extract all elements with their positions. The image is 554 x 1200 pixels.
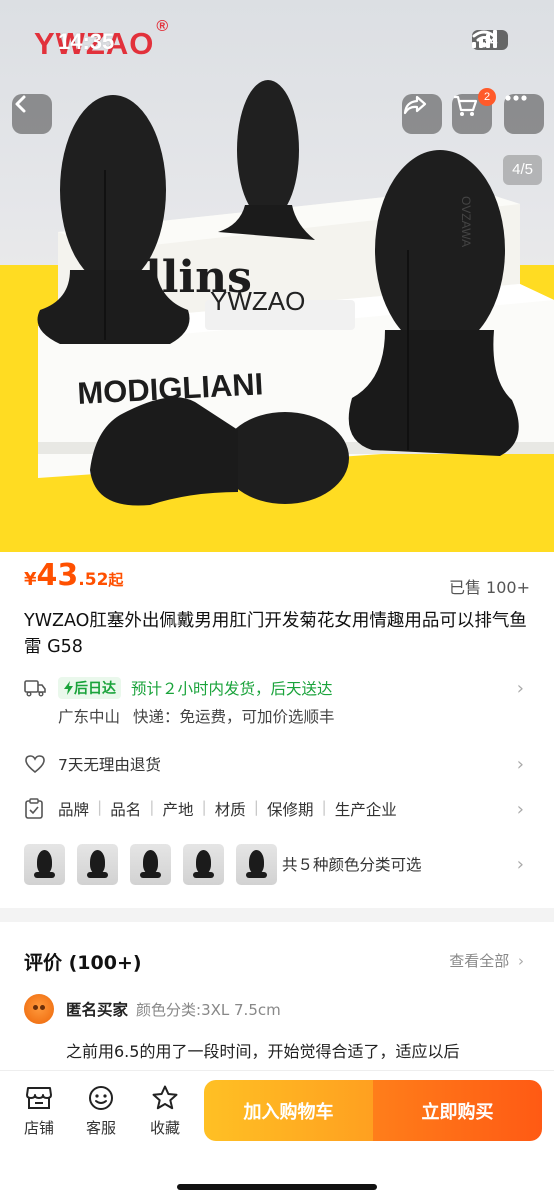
attribute-divider: | (253, 798, 259, 816)
chevron-right-icon: › (516, 853, 524, 875)
status-time: 14:35 (58, 29, 115, 54)
price-integer: 43 (36, 558, 79, 593)
product-photo: llins MODIGLIANI YWZAO OVZAWA (0, 80, 554, 552)
review-text[interactable]: 之前用6.5的用了一段时间，开始觉得合适了，适应以后 (66, 1038, 459, 1062)
product-engraving: OVZAWA (459, 196, 473, 247)
registered-mark: ® (156, 17, 170, 35)
reviews-section: 评价 (100+) 查看全部 › 匿名买家 颜色分类:3XL 7.5cm 之前用… (0, 922, 554, 1072)
truck-icon (24, 680, 46, 697)
variant-row[interactable]: 共５种颜色分类可选 › (0, 850, 554, 878)
shipping-express: 快递：免运费，可加价选顺丰 (132, 708, 335, 726)
product-image-carousel[interactable]: llins MODIGLIANI YWZAO OVZAWA YWZAO ® 14:… (0, 0, 554, 552)
status-icons: 34 (472, 30, 508, 50)
more-button[interactable] (504, 94, 544, 134)
delivery-eta: 预计２小时内发货，后天送达 (131, 680, 333, 698)
customer-service-button[interactable]: 客服 (79, 1083, 123, 1138)
return-policy-text: 7天无理由退货 (58, 756, 161, 774)
sold-count: 已售 100+ (448, 578, 530, 597)
attributes-row[interactable]: 品牌 | 品名 | 产地 | 材质 | 保修期 | 生产企业 › (0, 795, 554, 823)
delivery-badge-label: 后日达 (74, 681, 116, 697)
customer-service-label: 客服 (85, 1119, 116, 1137)
view-all-reviews-link[interactable]: 查看全部 › (449, 950, 524, 971)
image-page-indicator: 4/5 (503, 155, 542, 185)
home-indicator[interactable] (177, 1184, 377, 1190)
share-button[interactable] (402, 94, 442, 134)
product-title: YWZAO肛塞外出佩戴男用肛门开发菊花女用情趣用品可以排气鱼雷 G58 (24, 611, 527, 657)
reviewer-variant: 颜色分类:3XL 7.5cm (136, 1000, 281, 1019)
heart-icon (25, 755, 45, 774)
bottom-action-bar: 店铺 客服 收藏 加入购物车 立即购买 (0, 1070, 554, 1200)
attribute-brand: 品牌 (58, 801, 90, 819)
price-suffix: 起 (108, 571, 124, 589)
delivery-badge: 后日达 (58, 677, 121, 699)
attribute-divider: | (321, 798, 327, 816)
attribute-list: 品牌 | 品名 | 产地 | 材质 | 保修期 | 生产企业 (58, 798, 397, 820)
attribute-manufacturer: 生产企业 (334, 801, 397, 819)
star-icon (152, 1085, 178, 1110)
price-currency: ¥ (24, 569, 37, 590)
store-button[interactable]: 店铺 (17, 1083, 61, 1138)
cart-button[interactable]: 2 (452, 88, 496, 134)
buy-now-button[interactable]: 立即购买 (373, 1080, 542, 1141)
price-decimal: .52 (78, 570, 109, 590)
shipping-origin-row: 广东中山 快递：免运费，可加价选顺丰 (0, 704, 554, 728)
attribute-material: 材质 (214, 801, 246, 819)
shipping-origin: 广东中山 (58, 708, 121, 726)
attribute-divider: | (201, 798, 207, 816)
reviews-title: 评价 (100+) (24, 952, 142, 974)
chat-face-icon (89, 1086, 113, 1110)
avatar (24, 994, 54, 1024)
favorite-label: 收藏 (149, 1119, 180, 1137)
wifi-icon (472, 30, 496, 48)
attribute-origin: 产地 (162, 801, 194, 819)
clipboard-icon (25, 798, 43, 819)
share-icon (403, 95, 427, 115)
favorite-button[interactable]: 收藏 (143, 1083, 187, 1138)
reviewer-name: 匿名买家 (66, 1001, 129, 1019)
attribute-divider: | (97, 798, 103, 816)
product-info-card: ¥43.52起 已售 100+ YWZAO肛塞外出佩戴男用肛门开发菊花女用情趣用… (0, 552, 554, 908)
more-dots-icon (505, 95, 527, 101)
attribute-warranty: 保修期 (267, 801, 314, 819)
attribute-product-name: 品名 (110, 801, 142, 819)
stand-logo: YWZAO (210, 286, 305, 316)
chevron-right-icon: › (516, 798, 524, 820)
store-icon (26, 1087, 52, 1109)
lightning-icon (64, 681, 73, 695)
cart-icon (454, 95, 478, 116)
chevron-right-icon: › (518, 952, 524, 970)
cart-count-badge: 2 (478, 88, 496, 106)
chevron-right-icon: › (516, 753, 524, 775)
view-all-label: 查看全部 (449, 952, 510, 970)
price: ¥43.52起 (24, 558, 123, 593)
shipping-row[interactable]: 后日达 预计２小时内发货，后天送达 › (0, 674, 554, 702)
review-header: 匿名买家 颜色分类:3XL 7.5cm (24, 994, 281, 1024)
add-to-cart-button[interactable]: 加入购物车 (204, 1080, 373, 1141)
attribute-divider: | (149, 798, 155, 816)
back-button[interactable] (12, 94, 52, 134)
store-label: 店铺 (23, 1119, 54, 1137)
chevron-right-icon: › (516, 677, 524, 699)
return-policy-row[interactable]: 7天无理由退货 › (0, 750, 554, 778)
variant-summary: 共５种颜色分类可选 (282, 856, 422, 874)
purchase-buttons: 加入购物车 立即购买 (204, 1080, 542, 1141)
chevron-left-icon (15, 95, 26, 113)
